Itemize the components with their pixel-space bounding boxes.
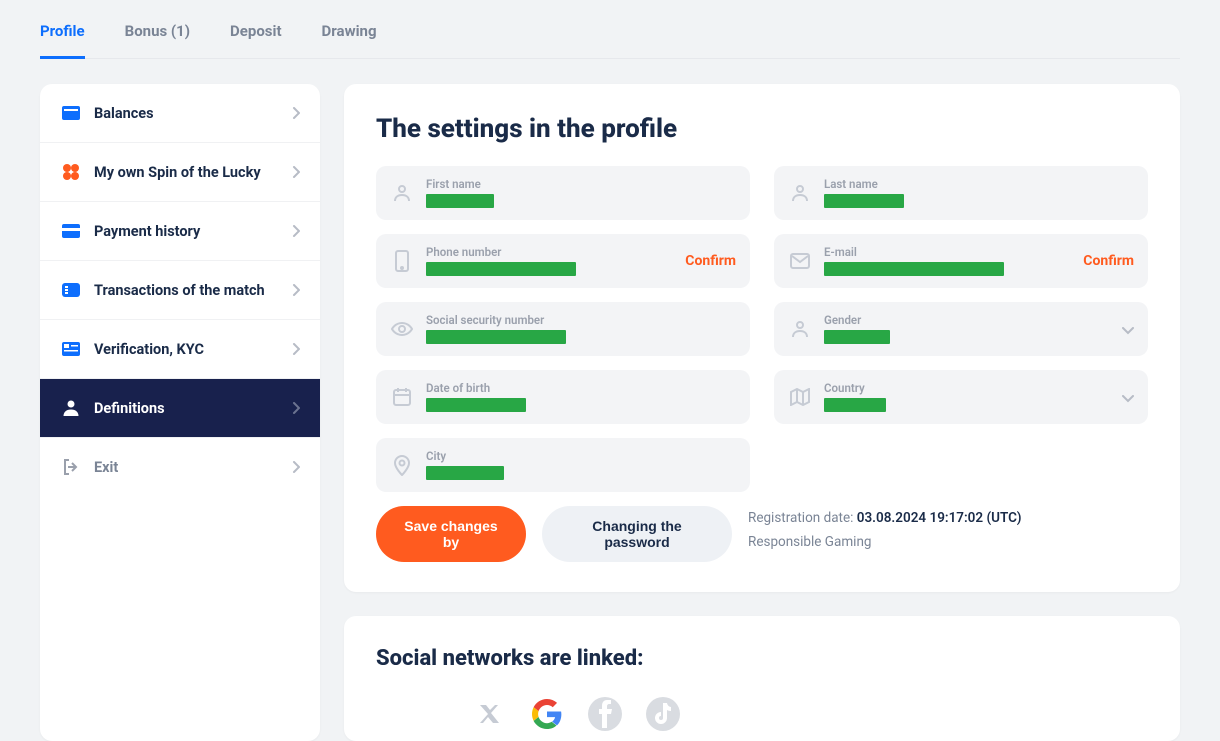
field-label: Gender [824,313,1116,327]
field-label: Phone number [426,245,677,259]
field-value [824,397,1116,413]
sidebar-item-payment-history[interactable]: Payment history [40,202,320,261]
tab-bonus[interactable]: Bonus (1) [125,22,190,58]
field-label: Country [824,381,1116,395]
card-icon [60,220,82,242]
map-icon [788,385,812,409]
social-card: Social networks are linked: [344,616,1180,741]
chevron-right-icon [292,340,300,359]
field-value [426,397,736,413]
field-value [824,329,1116,345]
tab-drawing[interactable]: Drawing [322,22,377,58]
email-field[interactable]: E-mail Confirm [774,234,1148,288]
change-password-button[interactable]: Changing the password [542,506,732,562]
field-label: Date of birth [426,381,736,395]
field-label: Last name [824,177,1134,191]
person-icon [390,181,414,205]
confirm-phone-action[interactable]: Confirm [685,253,736,269]
sidebar-item-label: Verification, KYC [94,341,292,358]
last-name-field[interactable]: Last name [774,166,1148,220]
field-value [426,465,736,481]
field-label: City [426,449,736,463]
sidebar-item-label: Definitions [94,400,292,417]
field-value [824,193,1134,209]
x-twitter-icon[interactable] [472,697,506,731]
sidebar-item-exit[interactable]: Exit [40,438,320,496]
sidebar-item-label: My own Spin of the Lucky [94,164,292,181]
wallet-icon [60,102,82,124]
dob-field[interactable]: Date of birth [376,370,750,424]
sidebar-item-label: Exit [94,459,292,476]
clover-icon [60,161,82,183]
registration-date-label: Registration date: [748,510,853,526]
sidebar-item-label: Balances [94,105,292,122]
chevron-right-icon [292,163,300,182]
user-icon [60,397,82,419]
registration-date-value: 03.08.2024 19:17:02 (UTC) [857,510,1022,526]
chevron-down-icon [1122,320,1134,339]
field-value [426,329,736,345]
sidebar-item-spin[interactable]: My own Spin of the Lucky [40,143,320,202]
sidebar-item-verification[interactable]: Verification, KYC [40,320,320,379]
sidebar-item-label: Payment history [94,223,292,240]
field-value [426,193,736,209]
mail-icon [788,249,812,273]
exit-icon [60,456,82,478]
profile-settings-card: The settings in the profile First name [344,84,1180,592]
confirm-email-action[interactable]: Confirm [1083,253,1134,269]
sidebar-item-balances[interactable]: Balances [40,84,320,143]
calendar-icon [390,385,414,409]
tab-deposit[interactable]: Deposit [230,22,282,58]
field-value [824,261,1075,277]
ssn-field[interactable]: Social security number [376,302,750,356]
sidebar: Balances My own Spin of the Lucky Paymen [40,84,320,741]
chevron-right-icon [292,458,300,477]
id-card-icon [60,338,82,360]
field-label: E-mail [824,245,1075,259]
chevron-right-icon [292,281,300,300]
responsible-gaming-link[interactable]: Responsible Gaming [748,534,1148,550]
person-icon [788,181,812,205]
sidebar-item-label: Transactions of the match [94,282,292,299]
pin-icon [390,453,414,477]
page-title: The settings in the profile [376,114,1148,144]
field-label: First name [426,177,736,191]
phone-field[interactable]: Phone number Confirm [376,234,750,288]
registration-date: Registration date: 03.08.2024 19:17:02 (… [748,510,1148,526]
eye-icon [390,317,414,341]
google-icon[interactable] [530,697,564,731]
chevron-right-icon [292,399,300,418]
sidebar-item-transactions[interactable]: Transactions of the match [40,261,320,320]
facebook-icon[interactable] [588,697,622,731]
first-name-field[interactable]: First name [376,166,750,220]
city-field[interactable]: City [376,438,750,492]
save-changes-button[interactable]: Save changes by [376,506,526,562]
chevron-right-icon [292,104,300,123]
country-field[interactable]: Country [774,370,1148,424]
chevron-right-icon [292,222,300,241]
field-label: Social security number [426,313,736,327]
person-icon [788,317,812,341]
tab-profile[interactable]: Profile [40,22,85,59]
chevron-down-icon [1122,388,1134,407]
social-title: Social networks are linked: [376,646,1148,671]
ticket-icon [60,279,82,301]
field-value [426,261,677,277]
profile-tabs: Profile Bonus (1) Deposit Drawing [40,0,1180,59]
sidebar-item-definitions[interactable]: Definitions [40,379,320,438]
tiktok-icon[interactable] [646,697,680,731]
phone-icon [390,249,414,273]
gender-field[interactable]: Gender [774,302,1148,356]
